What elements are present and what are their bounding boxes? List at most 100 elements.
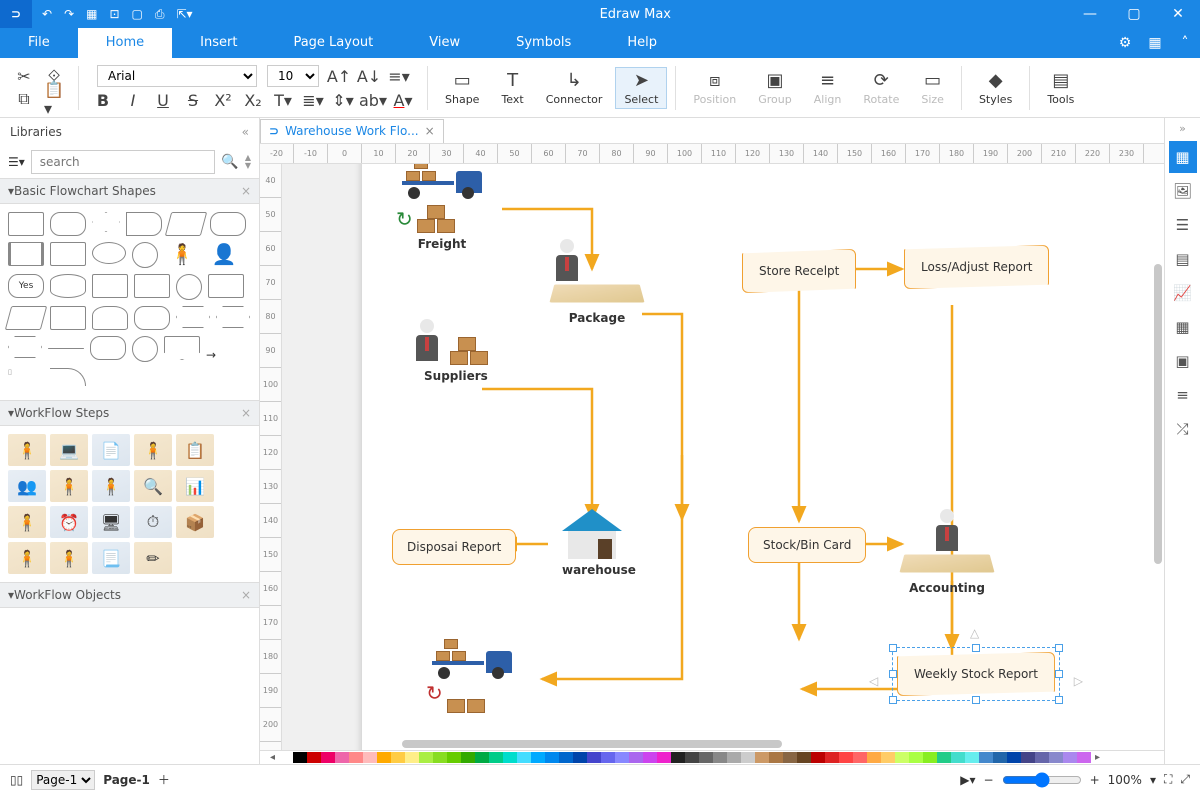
horizontal-scrollbar[interactable] <box>402 740 782 748</box>
wf-step[interactable]: 📦 <box>176 506 214 538</box>
shape-line[interactable] <box>48 348 84 349</box>
wf-step[interactable]: 🧍 <box>8 542 46 574</box>
wf-step[interactable]: 🧍 <box>50 542 88 574</box>
color-swatch[interactable] <box>461 752 475 763</box>
library-scroll-arrows[interactable]: ▲▼ <box>245 154 251 170</box>
shape-actor[interactable]: 🧍 <box>164 242 200 266</box>
color-swatch[interactable] <box>363 752 377 763</box>
node-suppliers[interactable]: Suppliers <box>412 319 500 383</box>
panel-close-icon[interactable]: × <box>241 588 251 602</box>
color-swatch[interactable] <box>531 752 545 763</box>
grid-icon[interactable]: ▦ <box>1140 28 1170 58</box>
library-search-input[interactable] <box>31 150 216 174</box>
text-case-icon[interactable]: T▾ <box>273 90 293 110</box>
close-button[interactable]: ✕ <box>1156 0 1200 28</box>
wf-step[interactable]: ✏ <box>134 542 172 574</box>
color-swatch[interactable] <box>279 752 293 763</box>
shape-predef[interactable] <box>8 242 44 266</box>
shape-hex[interactable] <box>8 336 42 358</box>
rp-table-icon[interactable]: ▦ <box>1169 311 1197 343</box>
color-swatch[interactable] <box>755 752 769 763</box>
export-icon[interactable]: ⇱▾ <box>176 7 192 21</box>
rp-clip-icon[interactable]: ▣ <box>1169 345 1197 377</box>
shape-offpage[interactable] <box>132 336 158 362</box>
shape-ellipse[interactable] <box>92 242 126 264</box>
tab-insert[interactable]: Insert <box>172 28 265 58</box>
presentation-icon[interactable]: ▶▾ <box>960 773 975 787</box>
wf-step[interactable]: 📊 <box>176 470 214 502</box>
wf-step[interactable]: 💻 <box>50 434 88 466</box>
zoom-out-icon[interactable]: − <box>984 773 994 787</box>
color-swatch[interactable] <box>769 752 783 763</box>
zoom-slider[interactable] <box>1002 772 1082 788</box>
color-swatch[interactable] <box>713 752 727 763</box>
panel-workflow-steps-header[interactable]: ▾ WorkFlow Steps× <box>0 400 259 426</box>
settings-icon[interactable]: ⚙ <box>1110 28 1140 58</box>
color-swatch[interactable] <box>447 752 461 763</box>
font-color-icon[interactable]: A▾ <box>393 90 413 110</box>
tab-home[interactable]: Home <box>78 28 172 58</box>
align-para-icon[interactable]: ≡▾ <box>389 66 409 86</box>
color-swatch[interactable] <box>321 752 335 763</box>
color-swatch[interactable] <box>979 752 993 763</box>
strike-icon[interactable]: S <box>183 90 203 110</box>
color-swatch[interactable] <box>923 752 937 763</box>
bold-icon[interactable]: B <box>93 90 113 110</box>
shape-manual2[interactable] <box>5 306 47 330</box>
shape-storage[interactable] <box>50 306 86 330</box>
search-icon[interactable]: 🔍 <box>221 154 238 170</box>
color-swatch[interactable] <box>727 752 741 763</box>
rp-chart-icon[interactable]: 📈 <box>1169 277 1197 309</box>
node-truck-2[interactable]: ↻ <box>432 639 512 713</box>
shape-curve[interactable] <box>50 368 86 386</box>
color-swatch[interactable] <box>909 752 923 763</box>
color-swatch[interactable] <box>573 752 587 763</box>
color-swatch[interactable] <box>489 752 503 763</box>
color-swatch[interactable] <box>517 752 531 763</box>
shape-prep1[interactable] <box>176 306 210 328</box>
color-swatch[interactable] <box>951 752 965 763</box>
position-button[interactable]: ⧈Position <box>684 67 745 109</box>
color-swatch[interactable] <box>839 752 853 763</box>
page-panel-icon[interactable]: ▯▯ <box>10 773 23 787</box>
color-swatch[interactable] <box>601 752 615 763</box>
subscript-icon[interactable]: X₂ <box>243 90 263 110</box>
wf-step[interactable]: 📃 <box>92 542 130 574</box>
shape-pill[interactable] <box>90 336 126 360</box>
shape-cylinder[interactable] <box>50 274 86 298</box>
bullets-icon[interactable]: ≣▾ <box>303 90 323 110</box>
shape-circle[interactable] <box>132 242 158 268</box>
styles-button[interactable]: ◆Styles <box>970 67 1021 109</box>
tab-file[interactable]: File <box>0 28 78 58</box>
minimize-button[interactable]: — <box>1068 0 1112 28</box>
color-swatch[interactable] <box>993 752 1007 763</box>
shape-para[interactable] <box>165 212 207 236</box>
color-swatch[interactable] <box>559 752 573 763</box>
shape-user[interactable]: 👤 <box>206 242 242 266</box>
font-family-select[interactable]: Arial <box>97 65 257 87</box>
group-button[interactable]: ▣Group <box>749 67 801 109</box>
panel-close-icon[interactable]: × <box>241 406 251 420</box>
rp-page-icon[interactable]: ▤ <box>1169 243 1197 275</box>
vertical-scrollbar[interactable] <box>1154 264 1162 564</box>
color-swatch[interactable] <box>643 752 657 763</box>
tab-page-layout[interactable]: Page Layout <box>265 28 401 58</box>
zoom-in-icon[interactable]: + <box>1090 773 1100 787</box>
wf-step[interactable]: 📋 <box>176 434 214 466</box>
superscript-icon[interactable]: X² <box>213 90 233 110</box>
wf-step[interactable]: 🔍 <box>134 470 172 502</box>
shape-display[interactable] <box>92 274 128 298</box>
node-disposal-report[interactable]: Disposai Report <box>392 529 516 565</box>
increase-font-icon[interactable]: A↑ <box>329 66 349 86</box>
color-swatch[interactable] <box>937 752 951 763</box>
select-tool-button[interactable]: ➤Select <box>615 67 667 109</box>
page-tab[interactable]: Page-1 <box>103 773 150 787</box>
rp-image-icon[interactable]: 🖼 <box>1169 175 1197 207</box>
italic-icon[interactable]: I <box>123 90 143 110</box>
shape-terminator[interactable] <box>210 212 246 236</box>
wf-step[interactable]: ⏰ <box>50 506 88 538</box>
color-swatch[interactable] <box>1049 752 1063 763</box>
shape-yes[interactable]: Yes <box>8 274 44 298</box>
wf-step[interactable]: 🧍 <box>134 434 172 466</box>
wf-step[interactable]: ⏱ <box>134 506 172 538</box>
